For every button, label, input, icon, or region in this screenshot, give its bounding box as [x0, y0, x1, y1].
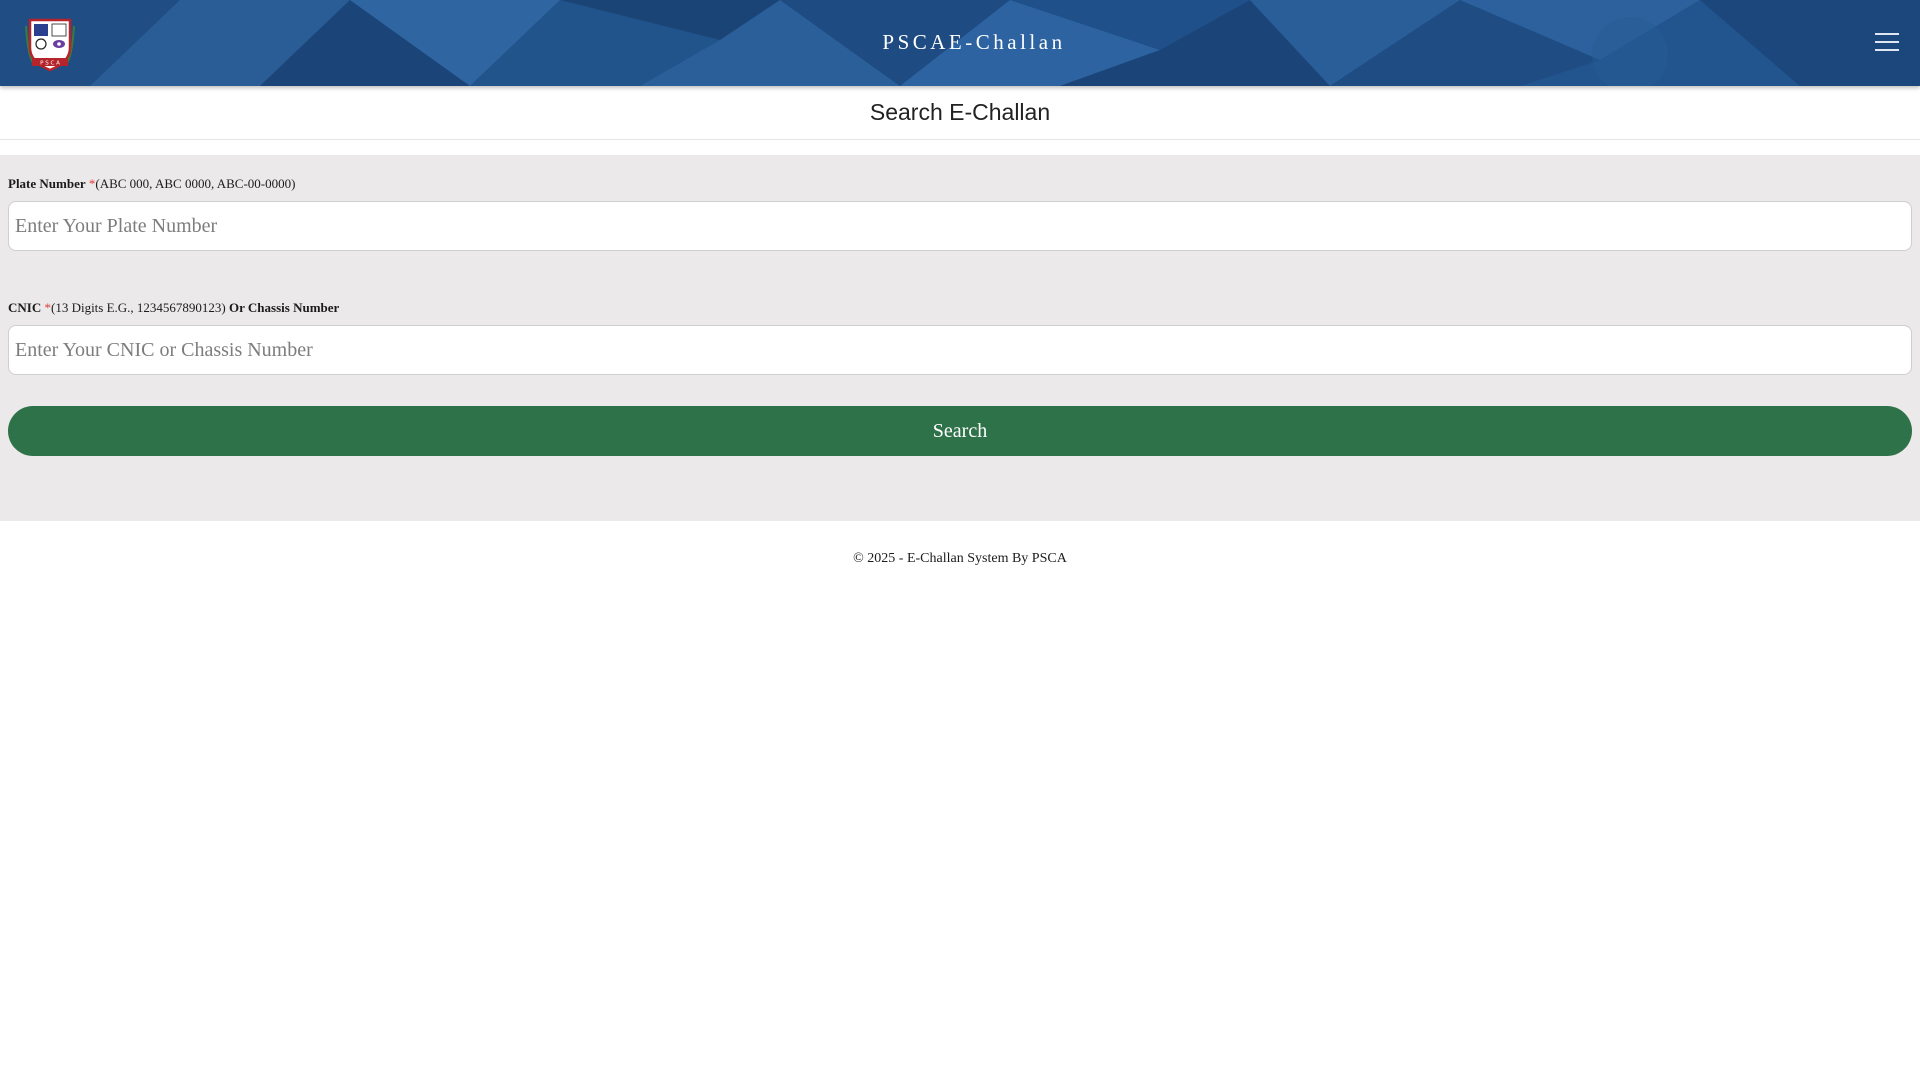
chassis-number-label-text: Or Chassis Number — [229, 300, 340, 315]
footer-copyright: © 2025 - E-Challan System By PSCA — [853, 551, 1067, 566]
plate-number-input[interactable] — [8, 201, 1912, 251]
cnic-or-chassis-input[interactable] — [8, 325, 1912, 375]
cnic-field-group: CNIC *(13 Digits E.G., 1234567890123) Or… — [8, 299, 1912, 375]
cnic-label: CNIC *(13 Digits E.G., 1234567890123) Or… — [8, 299, 1912, 317]
search-form-panel: Plate Number *(ABC 000, ABC 0000, ABC-00… — [0, 155, 1920, 521]
site-brand-title[interactable]: PSCAE-Challan — [0, 30, 1920, 55]
plate-number-field-group: Plate Number *(ABC 000, ABC 0000, ABC-00… — [8, 175, 1912, 251]
cnic-hint: (13 Digits E.G., 1234567890123) — [50, 300, 226, 315]
page-title: Search E-Challan — [869, 99, 1051, 125]
svg-text:P S C A: P S C A — [40, 61, 60, 67]
search-button[interactable]: Search — [8, 406, 1912, 456]
top-navbar: P S C A PSCAE-Challan — [0, 0, 1920, 86]
cnic-label-text: CNIC — [8, 300, 42, 315]
plate-number-label: Plate Number *(ABC 000, ABC 0000, ABC-00… — [8, 175, 1912, 193]
hamburger-menu-icon[interactable] — [1872, 30, 1902, 54]
plate-number-hint: (ABC 000, ABC 0000, ABC-00-0000) — [95, 176, 296, 191]
page-title-bar: Search E-Challan — [0, 86, 1920, 140]
plate-number-label-text: Plate Number — [8, 176, 86, 191]
